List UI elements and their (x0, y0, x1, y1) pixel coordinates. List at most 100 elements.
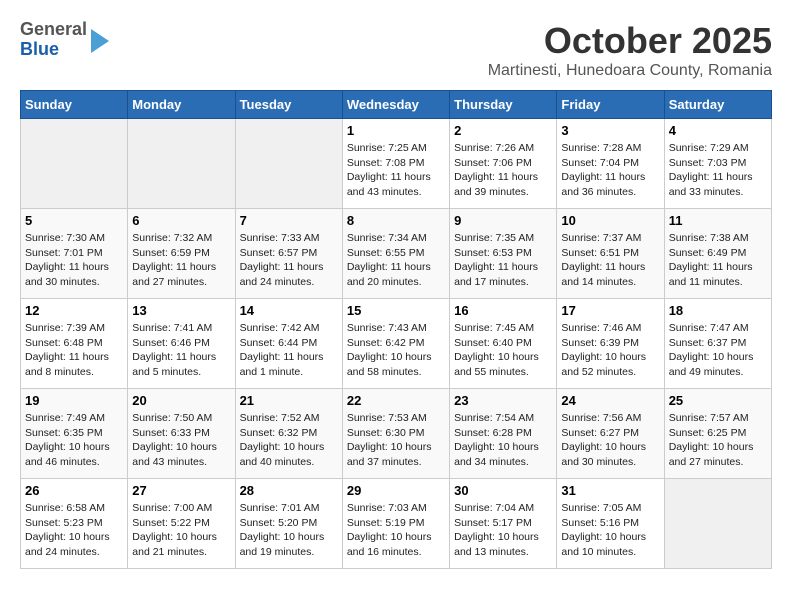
cell-date: 24 (561, 393, 659, 408)
logo: General Blue (20, 20, 109, 60)
cell-date: 4 (669, 123, 767, 138)
table-row: 27Sunrise: 7:00 AM Sunset: 5:22 PM Dayli… (128, 479, 235, 569)
logo-blue: Blue (20, 40, 87, 60)
table-row: 11 Sunrise: 7:38 AM Sunset: 6:49 PM Dayli… (664, 209, 771, 299)
calendar-week-row: 12Sunrise: 7:39 AM Sunset: 6:48 PM Dayli… (21, 299, 772, 389)
cell-date: 1 (347, 123, 445, 138)
table-row: 3 Sunrise: 7:28 AM Sunset: 7:04 PM Daylig… (557, 119, 664, 209)
cell-date: 31 (561, 483, 659, 498)
cell-info: Sunrise: 7:29 AM Sunset: 7:03 PM Dayligh… (669, 141, 767, 200)
cell-date: 3 (561, 123, 659, 138)
col-wednesday: Wednesday (342, 91, 449, 119)
cell-info: Sunrise: 7:05 AM Sunset: 5:16 PM Dayligh… (561, 501, 659, 560)
col-tuesday: Tuesday (235, 91, 342, 119)
cell-info: Sunrise: 7:37 AM Sunset: 6:51 PM Dayligh… (561, 231, 659, 290)
cell-info: Sunrise: 7:42 AM Sunset: 6:44 PM Dayligh… (240, 321, 338, 380)
cell-info: Sunrise: 7:25 AM Sunset: 7:08 PM Dayligh… (347, 141, 445, 200)
cell-date: 13 (132, 303, 230, 318)
table-row: 23 Sunrise: 7:54 AM Sunset: 6:28 PM Dayli… (450, 389, 557, 479)
cell-date: 5 (25, 213, 123, 228)
cell-date: 12 (25, 303, 123, 318)
cell-info: Sunrise: 7:28 AM Sunset: 7:04 PM Dayligh… (561, 141, 659, 200)
cell-date: 6 (132, 213, 230, 228)
cell-info: Sunrise: 7:43 AM Sunset: 6:42 PM Dayligh… (347, 321, 445, 380)
cell-date: 26 (25, 483, 123, 498)
table-row: 1 Sunrise: 7:25 AM Sunset: 7:08 PM Daylig… (342, 119, 449, 209)
table-row: 13 Sunrise: 7:41 AM Sunset: 6:46 PM Dayli… (128, 299, 235, 389)
calendar-title: October 2025 (488, 20, 772, 62)
cell-info: Sunrise: 7:46 AM Sunset: 6:39 PM Dayligh… (561, 321, 659, 380)
cell-date: 2 (454, 123, 552, 138)
cell-date: 22 (347, 393, 445, 408)
cell-info: Sunrise: 6:58 AM Sunset: 5:23 PM Dayligh… (25, 501, 123, 560)
cell-info: Sunrise: 7:52 AM Sunset: 6:32 PM Dayligh… (240, 411, 338, 470)
cell-info: Sunrise: 7:38 AM Sunset: 6:49 PM Dayligh… (669, 231, 767, 290)
cell-date: 17 (561, 303, 659, 318)
title-block: October 2025 Martinesti, Hunedoara Count… (488, 20, 772, 80)
table-row: 17 Sunrise: 7:46 AM Sunset: 6:39 PM Dayli… (557, 299, 664, 389)
table-row: 5 Sunrise: 7:30 AM Sunset: 7:01 PM Daylig… (21, 209, 128, 299)
col-friday: Friday (557, 91, 664, 119)
cell-info: Sunrise: 7:01 AM Sunset: 5:20 PM Dayligh… (240, 501, 338, 560)
col-sunday: Sunday (21, 91, 128, 119)
table-row: 14Sunrise: 7:42 AM Sunset: 6:44 PM Dayli… (235, 299, 342, 389)
cell-date: 23 (454, 393, 552, 408)
table-row: 28 Sunrise: 7:01 AM Sunset: 5:20 PM Dayli… (235, 479, 342, 569)
table-row: 16Sunrise: 7:45 AM Sunset: 6:40 PM Dayli… (450, 299, 557, 389)
table-row: 9Sunrise: 7:35 AM Sunset: 6:53 PM Daylig… (450, 209, 557, 299)
table-row: 2 Sunrise: 7:26 AM Sunset: 7:06 PM Daylig… (450, 119, 557, 209)
cell-date: 8 (347, 213, 445, 228)
table-row: 20 Sunrise: 7:50 AM Sunset: 6:33 PM Dayli… (128, 389, 235, 479)
col-thursday: Thursday (450, 91, 557, 119)
cell-date: 16 (454, 303, 552, 318)
cell-info: Sunrise: 7:26 AM Sunset: 7:06 PM Dayligh… (454, 141, 552, 200)
table-row: 7 Sunrise: 7:33 AM Sunset: 6:57 PM Daylig… (235, 209, 342, 299)
cell-info: Sunrise: 7:34 AM Sunset: 6:55 PM Dayligh… (347, 231, 445, 290)
table-row: 8 Sunrise: 7:34 AM Sunset: 6:55 PM Daylig… (342, 209, 449, 299)
calendar-week-row: 19 Sunrise: 7:49 AM Sunset: 6:35 PM Dayli… (21, 389, 772, 479)
cell-info: Sunrise: 7:49 AM Sunset: 6:35 PM Dayligh… (25, 411, 123, 470)
cell-info: Sunrise: 7:41 AM Sunset: 6:46 PM Dayligh… (132, 321, 230, 380)
table-row: 26 Sunrise: 6:58 AM Sunset: 5:23 PM Dayli… (21, 479, 128, 569)
table-row: 18 Sunrise: 7:47 AM Sunset: 6:37 PM Dayli… (664, 299, 771, 389)
table-row: 19 Sunrise: 7:49 AM Sunset: 6:35 PM Dayli… (21, 389, 128, 479)
calendar-week-row: 5 Sunrise: 7:30 AM Sunset: 7:01 PM Daylig… (21, 209, 772, 299)
cell-date: 10 (561, 213, 659, 228)
logo-general: General (20, 20, 87, 40)
cell-date: 29 (347, 483, 445, 498)
page-header: General Blue October 2025 Martinesti, Hu… (20, 20, 772, 80)
cell-info: Sunrise: 7:03 AM Sunset: 5:19 PM Dayligh… (347, 501, 445, 560)
table-row: 15 Sunrise: 7:43 AM Sunset: 6:42 PM Dayli… (342, 299, 449, 389)
cell-date: 30 (454, 483, 552, 498)
table-row: 31 Sunrise: 7:05 AM Sunset: 5:16 PM Dayli… (557, 479, 664, 569)
calendar-header-row: Sunday Monday Tuesday Wednesday Thursday… (21, 91, 772, 119)
calendar-table: Sunday Monday Tuesday Wednesday Thursday… (20, 90, 772, 569)
cell-date: 11 (669, 213, 767, 228)
table-row (664, 479, 771, 569)
cell-info: Sunrise: 7:32 AM Sunset: 6:59 PM Dayligh… (132, 231, 230, 290)
table-row (235, 119, 342, 209)
cell-date: 7 (240, 213, 338, 228)
cell-date: 20 (132, 393, 230, 408)
cell-date: 18 (669, 303, 767, 318)
cell-date: 15 (347, 303, 445, 318)
cell-info: Sunrise: 7:30 AM Sunset: 7:01 PM Dayligh… (25, 231, 123, 290)
table-row: 4 Sunrise: 7:29 AM Sunset: 7:03 PM Daylig… (664, 119, 771, 209)
cell-info: Sunrise: 7:47 AM Sunset: 6:37 PM Dayligh… (669, 321, 767, 380)
cell-info: Sunrise: 7:57 AM Sunset: 6:25 PM Dayligh… (669, 411, 767, 470)
cell-info: Sunrise: 7:00 AM Sunset: 5:22 PM Dayligh… (132, 501, 230, 560)
cell-date: 19 (25, 393, 123, 408)
cell-info: Sunrise: 7:56 AM Sunset: 6:27 PM Dayligh… (561, 411, 659, 470)
cell-info: Sunrise: 7:04 AM Sunset: 5:17 PM Dayligh… (454, 501, 552, 560)
table-row: 25Sunrise: 7:57 AM Sunset: 6:25 PM Dayli… (664, 389, 771, 479)
table-row: 24 Sunrise: 7:56 AM Sunset: 6:27 PM Dayli… (557, 389, 664, 479)
cell-date: 9 (454, 213, 552, 228)
cell-date: 28 (240, 483, 338, 498)
table-row: 12Sunrise: 7:39 AM Sunset: 6:48 PM Dayli… (21, 299, 128, 389)
cell-info: Sunrise: 7:54 AM Sunset: 6:28 PM Dayligh… (454, 411, 552, 470)
table-row (128, 119, 235, 209)
cell-info: Sunrise: 7:50 AM Sunset: 6:33 PM Dayligh… (132, 411, 230, 470)
cell-date: 21 (240, 393, 338, 408)
cell-info: Sunrise: 7:33 AM Sunset: 6:57 PM Dayligh… (240, 231, 338, 290)
calendar-subtitle: Martinesti, Hunedoara County, Romania (488, 62, 772, 80)
